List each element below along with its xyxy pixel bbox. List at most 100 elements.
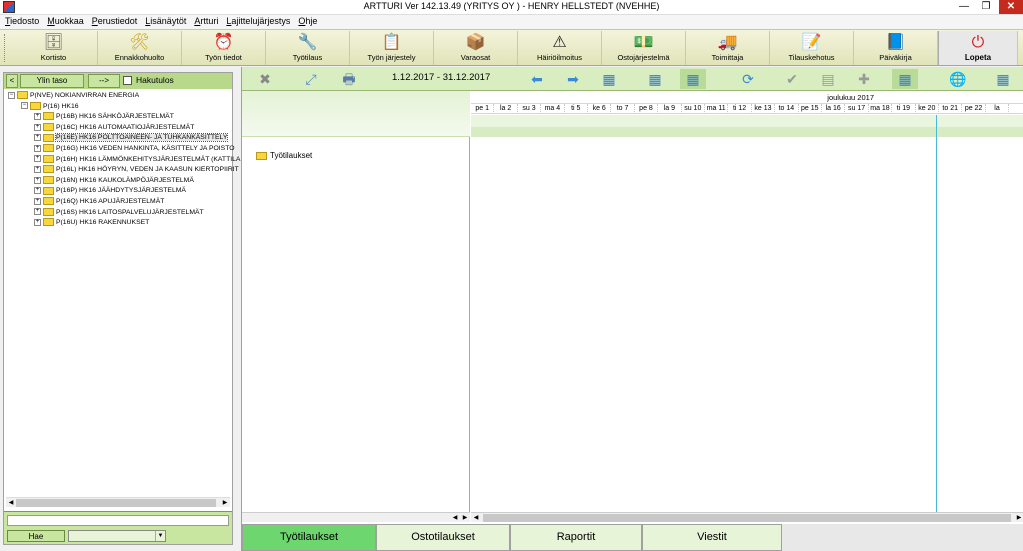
file-cabinet-icon: 🗄: [43, 34, 64, 51]
day-label: ke 6: [588, 104, 612, 114]
gantt-timeline[interactable]: joulukuu 2017 pe 1 la 2 su 3 ma 4 ti 5 ke 6 to…: [471, 91, 1023, 516]
forward-button[interactable]: -->: [88, 74, 120, 88]
tree-node[interactable]: + P(16U) HK16 RAKENNUKSET: [34, 218, 149, 228]
month-view-icon[interactable]: ▦: [680, 69, 706, 89]
chevron-down-icon[interactable]: ▼: [155, 531, 165, 541]
next-arrow-icon[interactable]: ➡: [560, 69, 586, 89]
expand-icon[interactable]: +: [34, 155, 41, 163]
toolbar-button-schedule-board[interactable]: 📋 Työn järjestely: [350, 31, 434, 65]
search-button[interactable]: Hae: [7, 530, 65, 542]
folder-icon: [43, 112, 54, 121]
toolbar-grip[interactable]: [4, 34, 7, 62]
expand-icon[interactable]: +: [34, 112, 41, 120]
menu-item-2[interactable]: Perustiedot: [89, 15, 141, 27]
tree-node[interactable]: + P(16S) HK16 LAITOSPALVELUJÄRJESTELMÄT: [34, 207, 204, 218]
scroll-right-icon[interactable]: ▶: [460, 513, 470, 523]
tab-1[interactable]: Ostotilaukset: [376, 524, 510, 551]
tab-0[interactable]: Työtilaukset: [242, 524, 376, 551]
menu-item-6[interactable]: Ohje: [295, 15, 320, 27]
expand-icon[interactable]: +: [34, 123, 41, 131]
tree-node[interactable]: + P(16Q) HK16 APUJÄRJESTELMÄT: [34, 197, 164, 207]
timeline-band: [471, 115, 1023, 127]
toolbar-button-wrench[interactable]: 🔧 Työtilaus: [266, 31, 350, 65]
table-view-icon[interactable]: ▦: [990, 69, 1016, 89]
expand-icon[interactable]: +: [34, 187, 41, 195]
scroll-right-icon[interactable]: ▶: [220, 498, 230, 508]
top-level-button[interactable]: Ylin taso: [20, 74, 84, 88]
toolbar-button-checkmark-book[interactable]: 📘 Päiväkirja: [854, 31, 938, 65]
scroll-right-icon[interactable]: ▶: [1014, 513, 1023, 523]
toolbar-button-truck[interactable]: 🚚 Toimittaja: [686, 31, 770, 65]
collapse-icon[interactable]: −: [8, 91, 15, 99]
back-arrow-button[interactable]: <: [6, 74, 18, 88]
note-icon[interactable]: ▤: [815, 69, 841, 89]
menu-item-3[interactable]: Lisänäytöt: [142, 15, 189, 27]
scroll-thumb[interactable]: [16, 499, 216, 507]
print-icon[interactable]: 🖶: [336, 69, 362, 89]
tree-node[interactable]: + P(16E) HK16 POLTTOAINEEN- JA TUHKANKÄSI…: [34, 133, 229, 143]
expand-icon[interactable]: +: [34, 218, 41, 226]
expand-icon[interactable]: ⤢: [298, 69, 324, 89]
tab-3[interactable]: Viestit: [642, 524, 782, 551]
toolbar-button-clock[interactable]: ⏰ Työn tiedot: [182, 31, 266, 65]
tree-node[interactable]: + P(16L) HK16 HÖYRYN, VEDEN JA KAASUN KIE…: [34, 165, 239, 175]
tree-node[interactable]: − P(NVE) NOKIANVIRRAN ENERGIA: [8, 91, 139, 101]
menu-item-1[interactable]: Muokkaa: [44, 15, 87, 27]
expand-icon[interactable]: +: [34, 144, 41, 152]
day-label: to 21: [939, 104, 963, 114]
toolbar-button-tools[interactable]: 🛠 Ennakkohuolto: [98, 31, 182, 65]
refresh-icon[interactable]: ⟳: [735, 69, 761, 89]
search-results-checkbox[interactable]: [123, 76, 132, 85]
delete-icon[interactable]: ✖: [252, 69, 278, 89]
minimize-button[interactable]: —: [953, 0, 975, 14]
tree-node[interactable]: − P(16) HK16: [21, 101, 79, 112]
maximize-button[interactable]: ❐: [975, 0, 997, 14]
expand-icon[interactable]: +: [34, 134, 41, 142]
check-icon[interactable]: ✔: [779, 69, 805, 89]
collapse-icon[interactable]: −: [21, 102, 28, 110]
tree-horizontal-scrollbar[interactable]: ◀ ▶: [6, 497, 230, 507]
toolbar-button-power[interactable]: ⏻ Lopeta: [938, 31, 1018, 65]
tree-node-label: P(16N) HK16 KAUKOLÄMPÖJÄRJESTELMÄ: [56, 176, 194, 184]
close-button[interactable]: ✕: [999, 0, 1023, 14]
toolbar-button-label: Toimittaja: [711, 53, 744, 62]
tree-node[interactable]: + P(16C) HK16 AUTOMAATIOJÄRJESTELMÄT: [34, 123, 194, 133]
toolbar-button-label: Tilauskehotus: [788, 53, 835, 62]
previous-arrow-icon[interactable]: ⬅: [524, 69, 550, 89]
warning-icon: ⚠: [552, 34, 567, 51]
tree-node[interactable]: + P(16B) HK16 SÄHKÖJÄRJESTELMÄT: [34, 112, 174, 122]
toolbar-button-label: Työn tiedot: [205, 53, 242, 62]
scroll-left-icon[interactable]: ◀: [6, 498, 16, 508]
labels-horizontal-scrollbar[interactable]: ▶ ◀: [242, 512, 470, 522]
puzzle-icon[interactable]: ✚: [851, 69, 877, 89]
tree-node[interactable]: + P(16N) HK16 KAUKOLÄMPÖJÄRJESTELMÄ: [34, 176, 194, 186]
menu-item-4[interactable]: Artturi: [191, 15, 221, 27]
gantt-row-work-orders[interactable]: Työtilaukset: [256, 151, 312, 160]
tree-node[interactable]: + P(16P) HK16 JÄÄHDYTYSJÄRJESTELMÄ: [34, 186, 186, 196]
scroll-thumb[interactable]: [483, 514, 1011, 522]
menu-item-0[interactable]: Tiedosto: [2, 15, 42, 27]
expand-icon[interactable]: +: [34, 208, 41, 216]
timeline-horizontal-scrollbar[interactable]: ◀ ▶: [471, 512, 1023, 522]
toolbar-button-parts-box[interactable]: 📦 Varaosat: [434, 31, 518, 65]
tree-node[interactable]: + P(16G) HK16 VEDEN HANKINTA, KÄSITTELY J…: [34, 144, 235, 154]
search-type-select[interactable]: ▼: [68, 530, 166, 542]
scroll-left-icon[interactable]: ◀: [471, 513, 481, 523]
toolbar-button-warning[interactable]: ⚠ Häiriöilmoitus: [518, 31, 602, 65]
search-input[interactable]: [7, 515, 229, 526]
toolbar-button-file-cabinet[interactable]: 🗄 Kortisto: [10, 31, 98, 65]
globe-icon[interactable]: 🌐: [945, 69, 971, 89]
calendar-icon[interactable]: ▦: [892, 69, 918, 89]
day-view-icon[interactable]: ▦: [596, 69, 622, 89]
week-view-icon[interactable]: ▦: [642, 69, 668, 89]
expand-icon[interactable]: +: [34, 176, 41, 184]
expand-icon[interactable]: +: [34, 165, 41, 173]
folder-icon: [43, 165, 54, 174]
toolbar-button-clipboard[interactable]: 📝 Tilauskehotus: [770, 31, 854, 65]
tab-2[interactable]: Raportit: [510, 524, 642, 551]
scroll-left-icon[interactable]: ◀: [450, 513, 460, 523]
expand-icon[interactable]: +: [34, 197, 41, 205]
menu-item-5[interactable]: Lajittelujärjestys: [223, 15, 293, 27]
tree-node[interactable]: + P(16H) HK16 LÄMMÖNKEHITYSJÄRJESTELMÄT (…: [34, 154, 244, 165]
toolbar-button-money[interactable]: 💵 Ostojärjestelmä: [602, 31, 686, 65]
